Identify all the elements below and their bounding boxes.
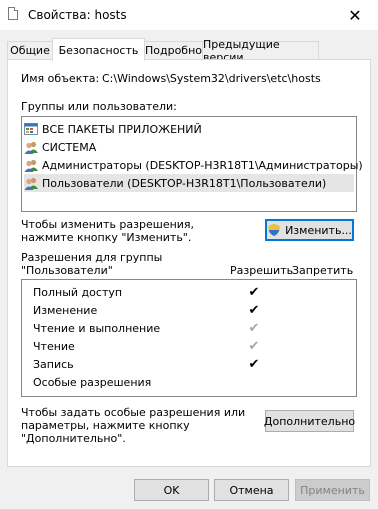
permission-row-modify: Изменение	[33, 301, 97, 319]
ok-button[interactable]: OK	[134, 479, 209, 501]
list-item-app-packages[interactable]: ВСЕ ПАКЕТЫ ПРИЛОЖЕНИЙ	[24, 120, 202, 138]
list-item-label: Администраторы (DESKTOP-H3R18T1\Админист…	[42, 158, 363, 172]
cancel-button[interactable]: Отмена	[214, 479, 289, 501]
permission-label: Особые разрешения	[33, 375, 152, 389]
allow-check-icon: ✔	[248, 284, 260, 300]
object-name-value: C:\Windows\System32\drivers\etc\hosts	[102, 72, 321, 85]
advanced-hint-line2: параметры, нажмите кнопку	[21, 419, 190, 432]
permission-label: Чтение	[33, 339, 75, 353]
list-item-label: Пользователи (DESKTOP-H3R18T1\Пользовате…	[42, 176, 327, 190]
permission-label: Запись	[33, 357, 74, 371]
users-icon	[24, 141, 39, 154]
permission-row-read-execute: Чтение и выполнение	[33, 319, 160, 337]
users-icon	[24, 159, 39, 172]
list-item-label: ВСЕ ПАКЕТЫ ПРИЛОЖЕНИЙ	[42, 122, 202, 136]
edit-button-label: Изменить...	[285, 223, 352, 237]
change-hint-line2: нажмите кнопку "Изменить".	[21, 231, 192, 244]
users-icon	[24, 177, 39, 190]
edit-button[interactable]: Изменить...	[265, 219, 354, 241]
permissions-title-line1: Разрешения для группы	[21, 251, 163, 264]
list-item-system[interactable]: СИСТЕМА	[24, 138, 96, 156]
list-item-users[interactable]: Пользователи (DESKTOP-H3R18T1\Пользовате…	[24, 174, 354, 192]
close-button[interactable]: ✕	[332, 0, 378, 30]
deny-column-header: Запретить	[292, 264, 354, 277]
groups-label: Группы или пользователи:	[21, 100, 177, 113]
allow-column-header: Разрешить	[230, 264, 294, 277]
allow-check-icon: ✔	[248, 356, 260, 372]
tab-general[interactable]: Общие	[7, 41, 53, 59]
apply-button[interactable]: Применить	[295, 479, 370, 501]
groups-listbox[interactable]: ВСЕ ПАКЕТЫ ПРИЛОЖЕНИЙ СИСТЕМА Администра…	[21, 116, 363, 212]
permission-row-write: Запись	[33, 355, 74, 373]
permissions-list: Полный доступ ✔ Изменение ✔ Чтение и вып…	[21, 279, 357, 397]
tab-strip: Общие Безопасность Подробно Предыдущие в…	[7, 38, 371, 64]
change-hint-line1: Чтобы изменить разрешения,	[21, 218, 195, 231]
permission-row-special: Особые разрешения	[33, 373, 151, 391]
window-title: Свойства: hosts	[28, 8, 127, 22]
uac-shield-icon	[267, 223, 281, 237]
tab-previous-versions[interactable]: Предыдущие версии	[202, 38, 319, 64]
allow-check-icon: ✔	[248, 302, 260, 318]
document-icon	[8, 7, 18, 20]
tab-security[interactable]: Безопасность	[52, 38, 145, 61]
advanced-hint-line3: "Дополнительно".	[21, 432, 126, 445]
title-bar: Свойства: hosts ✕	[0, 0, 378, 30]
list-item-administrators[interactable]: Администраторы (DESKTOP-H3R18T1\Админист…	[24, 156, 363, 174]
advanced-button[interactable]: Дополнительно	[264, 410, 355, 432]
permission-label: Изменение	[33, 303, 98, 317]
permissions-title-line2: "Пользователи"	[21, 264, 113, 277]
inherited-allow-check-icon: ✔	[248, 338, 260, 354]
permission-row-read: Чтение	[33, 337, 75, 355]
permission-label: Чтение и выполнение	[33, 321, 161, 335]
permission-row-full-control: Полный доступ	[33, 283, 122, 301]
object-name-label: Имя объекта:	[21, 72, 100, 85]
app-packages-icon	[24, 122, 39, 136]
inherited-allow-check-icon: ✔	[248, 320, 260, 336]
advanced-hint-line1: Чтобы задать особые разрешения или	[21, 406, 246, 419]
permission-label: Полный доступ	[33, 285, 123, 299]
tab-details[interactable]: Подробно	[144, 41, 203, 59]
list-item-label: СИСТЕМА	[42, 140, 97, 154]
